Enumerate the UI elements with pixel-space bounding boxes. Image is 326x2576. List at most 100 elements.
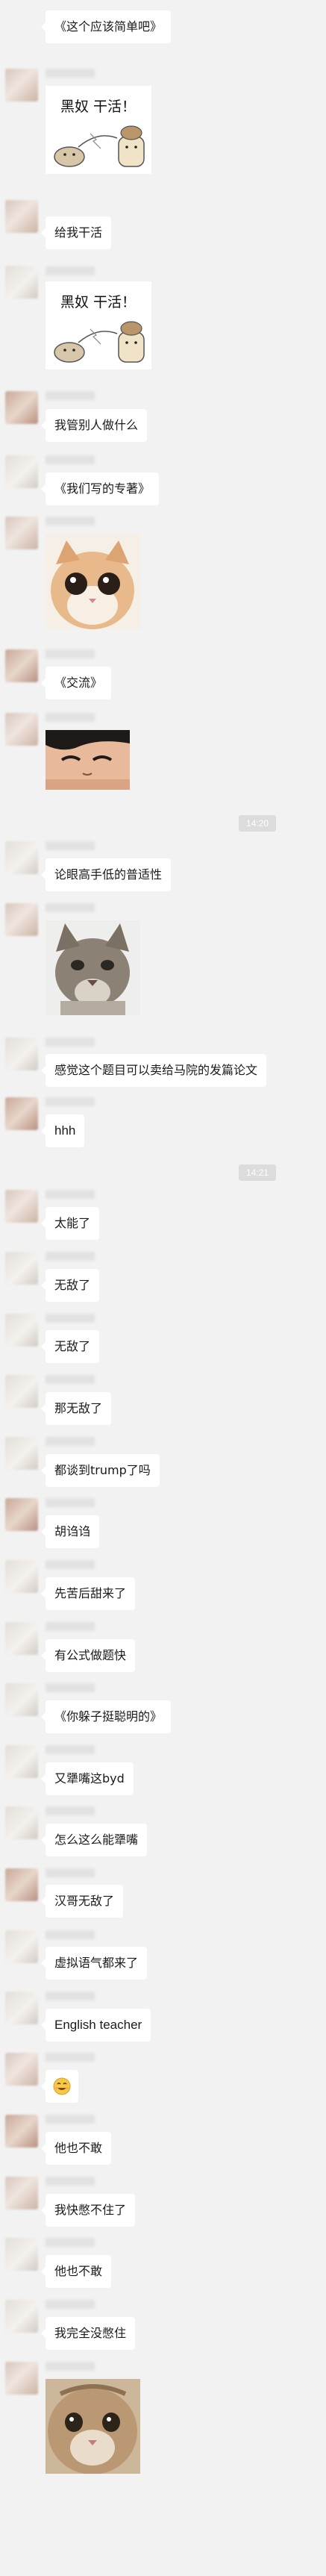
sender-name (46, 841, 95, 850)
sender-name (46, 517, 95, 526)
sender-name (46, 455, 95, 464)
sender-name (46, 391, 95, 400)
avatar[interactable] (5, 841, 38, 874)
avatar[interactable] (5, 2115, 38, 2148)
avatar[interactable] (5, 2177, 38, 2209)
sender-name (46, 1868, 95, 1877)
message-bubble[interactable]: 有公式做题快 (40, 1639, 136, 1672)
timestamp: 14:20 (239, 815, 276, 832)
avatar[interactable] (5, 517, 38, 549)
sender-name (46, 1806, 95, 1815)
avatar[interactable] (5, 1930, 38, 1963)
message-bubble[interactable]: 那无敌了 (40, 1392, 112, 1425)
close-up-cat-sticker[interactable] (46, 2379, 140, 2474)
message-bubble[interactable]: 给我干活 (40, 216, 112, 249)
sender-name (46, 1252, 95, 1261)
sender-name (46, 1992, 95, 2000)
sender-name (46, 1683, 95, 1692)
sender-name (46, 266, 95, 275)
avatar[interactable] (5, 1097, 38, 1130)
message-bubble[interactable]: 《这个应该简单吧》 (40, 10, 172, 43)
sender-name (46, 1375, 95, 1384)
message-bubble[interactable]: 胡诌诌 (40, 1515, 100, 1548)
message-bubble[interactable]: 《我们写的专著》 (40, 473, 160, 505)
avatar[interactable] (5, 1437, 38, 1470)
sender-name (46, 2177, 95, 2186)
message-bubble[interactable]: 又犟嘴这byd (41, 1762, 134, 1795)
sender-name (46, 2362, 95, 2371)
sender-name (46, 2238, 95, 2247)
avatar[interactable] (5, 266, 38, 299)
sender-name (46, 2115, 95, 2124)
avatar[interactable] (5, 200, 38, 233)
avatar[interactable] (5, 713, 38, 746)
avatar[interactable] (5, 1683, 38, 1716)
sender-name (46, 649, 95, 658)
message-bubble[interactable]: 无敌了 (40, 1330, 100, 1363)
avatar[interactable] (5, 2300, 38, 2333)
avatar[interactable] (5, 69, 38, 102)
chat-history[interactable]: 《这个应该简单吧》 黑奴 干活！ 给我干活 黑奴 干活！ 我管别人做什么 《我们… (0, 0, 326, 2576)
sender-name (46, 1190, 95, 1199)
message-bubble[interactable]: 我完全没憋住 (40, 2317, 136, 2350)
message-bubble[interactable]: 我快憋不住了 (40, 2194, 136, 2227)
timestamp: 14:21 (239, 1164, 276, 1181)
message-bubble[interactable]: 先苦后甜来了 (40, 1577, 136, 1610)
avatar[interactable] (5, 2238, 38, 2271)
message-bubble[interactable]: 他也不敢 (40, 2255, 112, 2288)
sender-name (46, 1745, 95, 1754)
sender-name (46, 713, 95, 722)
avatar[interactable] (5, 1038, 38, 1070)
cartoon-face-sticker[interactable] (46, 730, 130, 790)
avatar[interactable] (5, 1375, 38, 1408)
message-bubble[interactable]: 《你躲子挺聪明的》 (40, 1700, 172, 1733)
message-bubble[interactable]: 虚拟语气都来了 (40, 1947, 148, 1980)
message-bubble[interactable]: 我管别人做什么 (40, 409, 148, 442)
avatar[interactable] (5, 1806, 38, 1839)
avatar[interactable] (5, 1252, 38, 1285)
avatar[interactable] (5, 1745, 38, 1778)
sender-name (46, 1622, 95, 1631)
message-bubble[interactable]: 论眼高手低的普适性 (40, 858, 172, 891)
message-bubble[interactable]: 太能了 (40, 1207, 100, 1240)
sender-name (46, 1498, 95, 1507)
avatar[interactable] (5, 649, 38, 682)
sender-name (46, 1038, 95, 1047)
message-bubble[interactable]: 感觉这个题目可以卖给马院的发篇论文 (40, 1054, 267, 1087)
avatar[interactable] (5, 1622, 38, 1655)
message-bubble[interactable]: 怎么这么能犟嘴 (40, 1824, 148, 1856)
avatar[interactable] (5, 903, 38, 936)
sender-name (46, 1097, 95, 1106)
avatar[interactable] (5, 2053, 38, 2086)
hamster-sticker[interactable]: 黑奴 干活！ (46, 281, 151, 369)
avatar[interactable] (5, 2362, 38, 2395)
message-bubble[interactable]: 《交流》 (40, 667, 112, 699)
avatar[interactable] (5, 1868, 38, 1901)
svg-text:黑奴 干活！: 黑奴 干活！ (60, 99, 136, 115)
avatar[interactable] (5, 455, 38, 488)
message-bubble[interactable]: 无敌了 (40, 1269, 100, 1302)
avatar[interactable] (5, 1560, 38, 1593)
avatar[interactable] (5, 1314, 38, 1347)
svg-text:黑奴 干活！: 黑奴 干活！ (60, 294, 136, 311)
avatar[interactable] (5, 1498, 38, 1531)
sender-name (46, 2300, 95, 2309)
sender-name (46, 903, 95, 912)
sender-name (46, 2053, 95, 2062)
gray-cat-sticker[interactable] (46, 920, 140, 1015)
message-bubble[interactable]: English teacher (40, 2009, 151, 2042)
hamster-sticker[interactable]: 黑奴 干活！ (46, 86, 151, 174)
message-bubble[interactable] (41, 2070, 78, 2103)
message-bubble[interactable]: 汉哥无敌了 (40, 1885, 124, 1918)
sender-name (46, 1437, 95, 1446)
message-bubble[interactable]: hhh (40, 1114, 85, 1147)
avatar[interactable] (5, 391, 38, 424)
message-bubble[interactable]: 都谈到trump了吗 (41, 1454, 160, 1487)
sender-name (46, 1930, 95, 1939)
sender-name (46, 1314, 95, 1323)
staring-cat-sticker[interactable] (46, 534, 140, 629)
smiling-emoji-icon (53, 2077, 71, 2095)
avatar[interactable] (5, 1992, 38, 2024)
avatar[interactable] (5, 1190, 38, 1223)
message-bubble[interactable]: 他也不敢 (40, 2132, 112, 2165)
